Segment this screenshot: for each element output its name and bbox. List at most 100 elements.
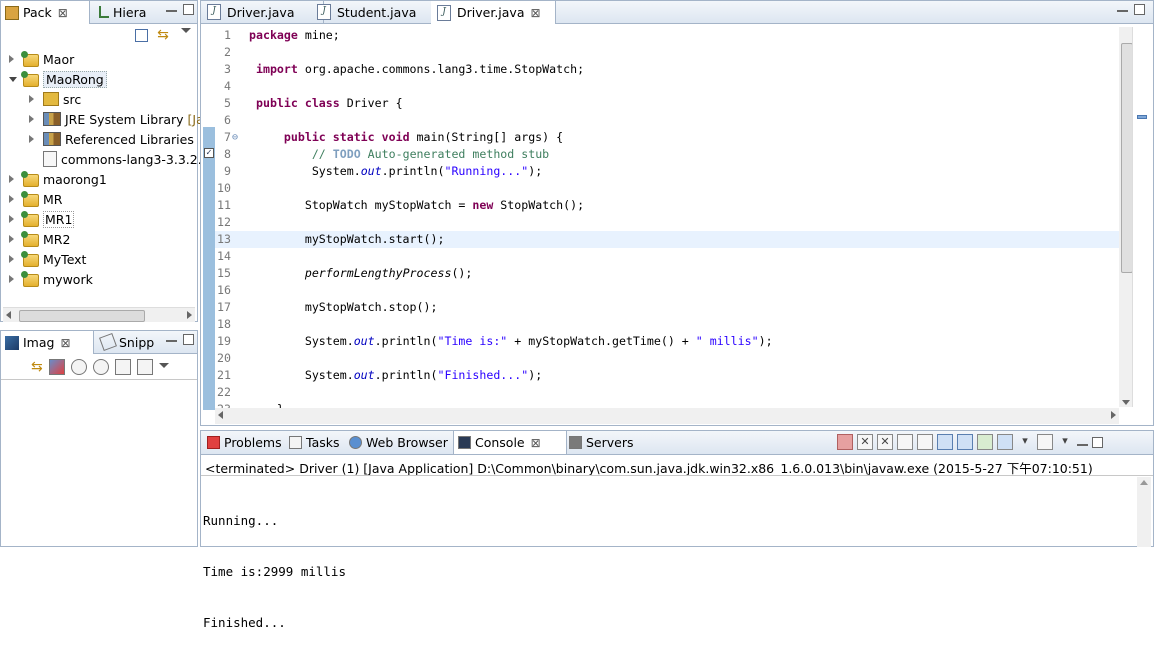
scrollbar-thumb[interactable] [19, 310, 145, 322]
project-icon [21, 270, 39, 287]
editor-tab-driver-active[interactable]: J Driver.java ⊠ [431, 1, 556, 24]
terminate-icon[interactable] [837, 434, 853, 450]
close-icon[interactable]: ⊠ [530, 6, 540, 20]
close-icon[interactable]: ⊠ [60, 336, 70, 350]
tree-item-maor[interactable]: Maor [9, 49, 74, 69]
image-view: Imag ⊠ Snipp ⇆ [0, 330, 198, 547]
dropdown-arrow-icon[interactable]: ▾ [1017, 434, 1033, 450]
line-number: 4 [224, 79, 231, 93]
tab-package-explorer[interactable]: Pack ⊠ [1, 1, 90, 24]
overview-ruler[interactable] [1132, 27, 1153, 407]
remove-all-terminated-icon[interactable]: ✕ [877, 434, 893, 450]
editor-vertical-scrollbar[interactable] [1119, 27, 1133, 407]
collapse-icon[interactable] [9, 76, 17, 82]
fold-icon[interactable]: ⊖ [232, 129, 238, 146]
link-with-editor-icon[interactable]: ⇆ [155, 27, 171, 43]
collapse-all-icon[interactable] [135, 29, 148, 42]
show-console-on-error-icon[interactable] [957, 434, 973, 450]
tab-servers[interactable]: Servers [565, 431, 638, 453]
show-console-on-output-icon[interactable] [937, 434, 953, 450]
scroll-right-icon[interactable] [1111, 411, 1116, 419]
pin-console-icon[interactable] [977, 434, 993, 450]
maximize-icon[interactable] [183, 4, 194, 15]
tree-item-mytext[interactable]: MyText [9, 249, 86, 269]
scroll-down-icon[interactable] [1122, 400, 1130, 405]
expand-icon[interactable] [9, 255, 14, 263]
scroll-up-icon[interactable] [1140, 480, 1148, 485]
actual-size-icon[interactable] [114, 359, 131, 375]
editor-horizontal-scrollbar[interactable] [215, 408, 1119, 424]
code-line: 19 System.out.println("Time is:" + mySto… [215, 333, 1119, 350]
code-area[interactable]: 1 package mine; 2 3 import org.apache.com… [215, 27, 1119, 409]
fit-window-icon[interactable] [136, 359, 153, 375]
expand-icon[interactable] [29, 95, 34, 103]
line-number: 11 [217, 198, 231, 212]
console-output[interactable]: Running... Time is:2999 millis Finished.… [203, 478, 346, 665]
task-marker-icon[interactable]: ✓ [204, 148, 214, 158]
maximize-icon[interactable] [1134, 4, 1145, 15]
view-menu-icon[interactable] [158, 363, 169, 368]
tree-item-src[interactable]: src [29, 89, 81, 109]
tab-console[interactable]: Console ⊠ [453, 431, 567, 454]
tree-item-jre-library[interactable]: JRE System Library [Jav [29, 109, 211, 129]
project-icon [21, 170, 39, 187]
maximize-icon[interactable] [1092, 436, 1103, 448]
tab-problems[interactable]: Problems [203, 431, 286, 453]
tab-web-browser[interactable]: Web Browser [345, 431, 452, 453]
expand-icon[interactable] [9, 215, 14, 223]
library-icon [43, 132, 61, 146]
code-line: 9 System.out.println("Running..."); [215, 163, 1119, 180]
tree-item-maorong1[interactable]: maorong1 [9, 169, 107, 189]
expand-icon[interactable] [29, 135, 34, 143]
horizontal-scrollbar[interactable] [3, 307, 195, 322]
tab-hierarchy[interactable]: Hiera [95, 1, 150, 23]
tree-item-maorong[interactable]: MaoRong [9, 69, 107, 89]
zoom-in-icon[interactable] [92, 359, 109, 375]
link-icon[interactable]: ⇆ [31, 359, 43, 381]
tab-tasks[interactable]: Tasks [285, 431, 344, 453]
occurrence-marker[interactable] [1137, 115, 1147, 119]
tree-item-referenced-libraries[interactable]: Referenced Libraries [29, 129, 194, 149]
close-icon[interactable]: ⊠ [58, 6, 68, 20]
minimize-icon[interactable] [166, 334, 177, 342]
expand-icon[interactable] [9, 175, 14, 183]
line-number: 19 [217, 334, 231, 348]
expand-icon[interactable] [29, 115, 34, 123]
expand-icon[interactable] [9, 195, 14, 203]
tree-item-mywork[interactable]: mywork [9, 269, 93, 289]
line-code: performLengthyProcess(); [304, 266, 473, 280]
minimize-icon[interactable] [166, 4, 177, 12]
scroll-right-icon[interactable] [187, 311, 192, 319]
open-console-icon[interactable] [1037, 434, 1053, 450]
tree-item-commons-jar[interactable]: commons-lang3-3.3.2.j [43, 149, 205, 169]
fit-image-icon[interactable] [48, 359, 65, 375]
dropdown-arrow-icon[interactable]: ▾ [1057, 434, 1073, 450]
maximize-icon[interactable] [183, 334, 194, 345]
console-toolbar: ✕ ✕ ▾ ▾ [837, 434, 1103, 450]
servers-icon [569, 435, 582, 449]
close-icon[interactable]: ⊠ [531, 436, 541, 450]
tree-item-label: MR [43, 191, 63, 207]
editor-tab-driver-1[interactable]: J Driver.java [201, 1, 324, 23]
minimize-icon[interactable] [1117, 4, 1128, 12]
zoom-out-icon[interactable] [70, 359, 87, 375]
tree-item-mr2[interactable]: MR2 [9, 229, 70, 249]
view-menu-icon[interactable] [181, 28, 191, 33]
tree-item-mr[interactable]: MR [9, 189, 62, 209]
clear-console-icon[interactable] [897, 434, 913, 450]
console-vertical-scrollbar[interactable] [1137, 477, 1151, 547]
tree-item-mr1[interactable]: MR1 [9, 209, 75, 229]
expand-icon[interactable] [9, 235, 14, 243]
line-number: 20 [217, 351, 231, 365]
minimize-icon[interactable] [1077, 438, 1088, 446]
remove-launch-icon[interactable]: ✕ [857, 434, 873, 450]
scroll-left-icon[interactable] [218, 411, 223, 419]
expand-icon[interactable] [9, 275, 14, 283]
tab-snippets[interactable]: Snipp [97, 331, 158, 353]
editor-tab-student[interactable]: J Student.java [311, 1, 444, 23]
expand-icon[interactable] [9, 55, 14, 63]
tab-image[interactable]: Imag ⊠ [1, 331, 94, 354]
scroll-lock-icon[interactable] [917, 434, 933, 450]
display-selected-console-icon[interactable] [997, 434, 1013, 450]
scroll-left-icon[interactable] [6, 311, 11, 319]
